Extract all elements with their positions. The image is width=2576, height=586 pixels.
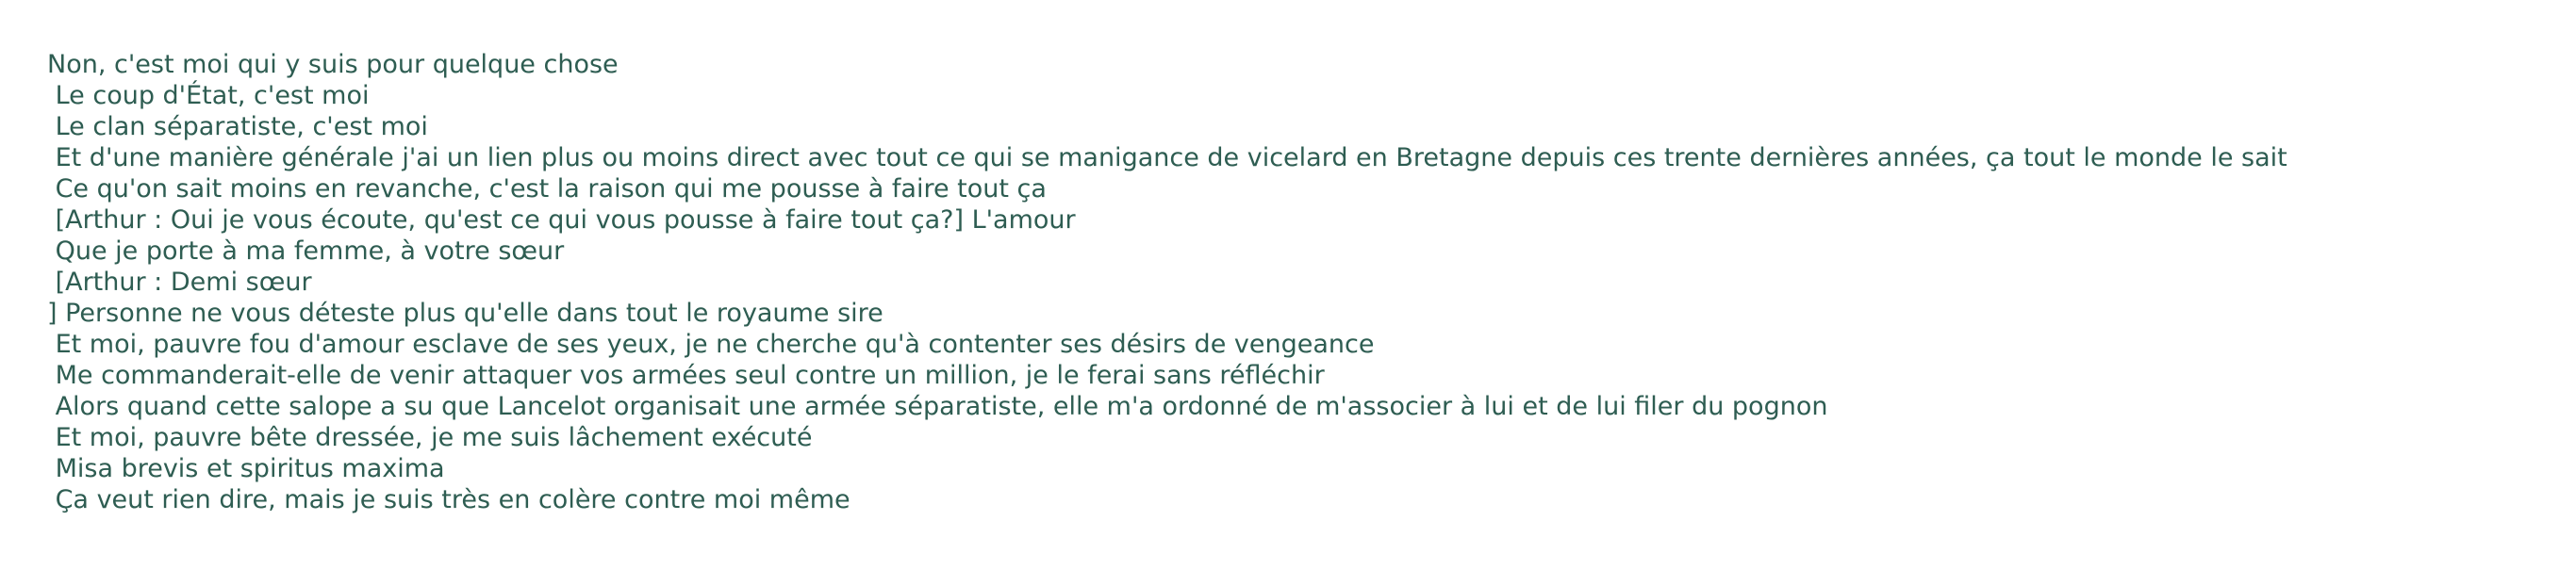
- text-line-12: Alors quand cette salope a su que Lancel…: [47, 392, 1828, 421]
- text-line-1: Non, c'est moi qui y suis pour quelque c…: [47, 50, 619, 79]
- text-line-15: Ça veut rien dire, mais je suis très en …: [47, 485, 850, 514]
- text-line-14: Misa brevis et spiritus maxima: [47, 454, 445, 483]
- text-line-7: Que je porte à ma femme, à votre sœur: [47, 236, 565, 266]
- lyrics-text-block: Non, c'est moi qui y suis pour quelque c…: [47, 49, 2555, 515]
- text-line-8: [Arthur : Demi sœur: [47, 268, 312, 297]
- text-line-9: ] Personne ne vous déteste plus qu'elle …: [47, 299, 883, 328]
- text-line-13: Et moi, pauvre bête dressée, je me suis …: [47, 423, 813, 452]
- text-line-5: Ce qu'on sait moins en revanche, c'est l…: [47, 174, 1047, 203]
- text-line-6: [Arthur : Oui je vous écoute, qu'est ce …: [47, 205, 1076, 235]
- text-line-10: Et moi, pauvre fou d'amour esclave de se…: [47, 330, 1375, 359]
- text-line-11: Me commanderait-elle de venir attaquer v…: [47, 361, 1325, 390]
- text-line-3: Le clan séparatiste, c'est moi: [47, 112, 428, 141]
- text-line-4: Et d'une manière générale j'ai un lien p…: [47, 143, 2287, 172]
- text-line-2: Le coup d'État, c'est moi: [47, 81, 370, 110]
